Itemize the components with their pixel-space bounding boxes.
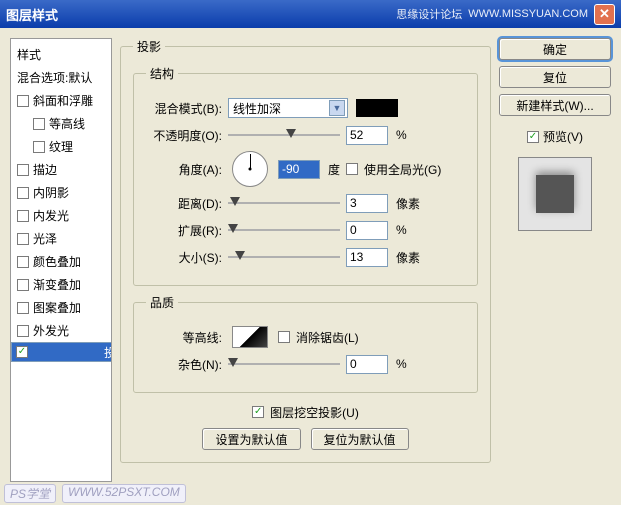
knockout-label: 图层挖空投影(U) (270, 404, 359, 421)
quality-legend: 品质 (146, 294, 178, 311)
size-label: 大小(S): (146, 249, 222, 266)
preview-thumbnail (518, 157, 592, 231)
angle-dial[interactable] (232, 151, 268, 187)
main-panel: 投影 结构 混合模式(B): 线性加深 ▼ 不透明度(O): 52 % (120, 38, 491, 482)
sidebar-item-8[interactable]: 渐变叠加 (11, 273, 111, 296)
sidebar-item-11[interactable]: ✓ 投影 (11, 342, 112, 362)
new-style-button[interactable]: 新建样式(W)... (499, 94, 611, 116)
sidebar-item-label: 描边 (33, 161, 57, 178)
px-unit: 像素 (396, 195, 420, 212)
sidebar-item-label: 图案叠加 (33, 299, 81, 316)
sidebar-item-label: 斜面和浮雕 (33, 92, 93, 109)
spread-slider[interactable] (228, 222, 340, 238)
sidebar-checkbox[interactable] (17, 233, 29, 245)
percent-unit: % (396, 128, 407, 142)
size-slider[interactable] (228, 249, 340, 265)
preview-checkbox[interactable]: ✓ (527, 131, 539, 143)
antialias-label: 消除锯齿(L) (296, 329, 359, 346)
noise-input[interactable]: 0 (346, 355, 388, 374)
blend-mode-label: 混合模式(B): (146, 100, 222, 117)
sidebar-item-label: 颜色叠加 (33, 253, 81, 270)
styles-sidebar: 样式 混合选项:默认 斜面和浮雕等高线纹理描边内阴影内发光光泽颜色叠加渐变叠加图… (10, 38, 112, 482)
distance-label: 距离(D): (146, 195, 222, 212)
antialias-checkbox[interactable] (278, 331, 290, 343)
sidebar-item-label: 内发光 (33, 207, 69, 224)
global-light-checkbox[interactable] (346, 163, 358, 175)
sidebar-checkbox[interactable] (33, 141, 45, 153)
close-button[interactable]: ✕ (594, 4, 615, 25)
angle-input[interactable]: -90 (278, 160, 320, 179)
sidebar-item-label: 渐变叠加 (33, 276, 81, 293)
preview-label: 预览(V) (543, 128, 583, 145)
footer-watermark: PS学堂 WWW.52PSXT.COM (4, 484, 186, 503)
drop-shadow-fieldset: 投影 结构 混合模式(B): 线性加深 ▼ 不透明度(O): 52 % (120, 38, 491, 463)
sidebar-item-label: 外发光 (33, 322, 69, 339)
ok-button[interactable]: 确定 (499, 38, 611, 60)
distance-input[interactable]: 3 (346, 194, 388, 213)
contour-label: 等高线: (146, 329, 222, 346)
sidebar-checkbox[interactable] (17, 256, 29, 268)
sidebar-item-3[interactable]: 描边 (11, 158, 111, 181)
make-default-button[interactable]: 设置为默认值 (202, 428, 300, 450)
opacity-label: 不透明度(O): (146, 127, 222, 144)
panel-title: 投影 (133, 38, 165, 55)
window-title: 图层样式 (6, 5, 58, 24)
sidebar-checkbox[interactable]: ✓ (16, 346, 28, 358)
opacity-slider[interactable] (228, 127, 340, 143)
spread-input[interactable]: 0 (346, 221, 388, 240)
sidebar-item-9[interactable]: 图案叠加 (11, 296, 111, 319)
degree-unit: 度 (328, 161, 340, 178)
sidebar-header: 样式 (11, 43, 111, 66)
sidebar-item-label: 等高线 (49, 115, 85, 132)
sidebar-item-label: 投影 (104, 344, 112, 361)
sidebar-checkbox[interactable] (17, 95, 29, 107)
angle-label: 角度(A): (146, 161, 222, 178)
sidebar-item-5[interactable]: 内发光 (11, 204, 111, 227)
cancel-button[interactable]: 复位 (499, 66, 611, 88)
watermark-text: 思缘设计论坛 (396, 6, 462, 22)
sidebar-item-label: 纹理 (49, 138, 73, 155)
sidebar-item-label: 光泽 (33, 230, 57, 247)
sidebar-blend-options[interactable]: 混合选项:默认 (11, 66, 111, 89)
sidebar-item-0[interactable]: 斜面和浮雕 (11, 89, 111, 112)
distance-slider[interactable] (228, 195, 340, 211)
sidebar-checkbox[interactable] (17, 210, 29, 222)
sidebar-item-6[interactable]: 光泽 (11, 227, 111, 250)
chevron-down-icon: ▼ (329, 100, 345, 116)
reset-default-button[interactable]: 复位为默认值 (311, 428, 409, 450)
sidebar-item-2[interactable]: 纹理 (11, 135, 111, 158)
sidebar-checkbox[interactable] (17, 164, 29, 176)
sidebar-item-label: 内阴影 (33, 184, 69, 201)
sidebar-checkbox[interactable] (33, 118, 45, 130)
contour-picker[interactable] (232, 326, 268, 348)
sidebar-checkbox[interactable] (17, 325, 29, 337)
spread-label: 扩展(R): (146, 222, 222, 239)
sidebar-checkbox[interactable] (17, 302, 29, 314)
opacity-input[interactable]: 52 (346, 126, 388, 145)
size-input[interactable]: 13 (346, 248, 388, 267)
titlebar: 图层样式 思缘设计论坛 WWW.MISSYUAN.COM ✕ (0, 0, 621, 28)
noise-slider[interactable] (228, 356, 340, 372)
shadow-color-swatch[interactable] (356, 99, 398, 117)
sidebar-item-10[interactable]: 外发光 (11, 319, 111, 342)
quality-group: 品质 等高线: 消除锯齿(L) 杂色(N): 0 % (133, 294, 478, 393)
noise-label: 杂色(N): (146, 356, 222, 373)
sidebar-item-4[interactable]: 内阴影 (11, 181, 111, 204)
right-column: 确定 复位 新建样式(W)... ✓ 预览(V) (499, 38, 611, 482)
knockout-checkbox[interactable]: ✓ (252, 406, 264, 418)
global-light-label: 使用全局光(G) (364, 161, 441, 178)
sidebar-checkbox[interactable] (17, 279, 29, 291)
watermark-url: WWW.MISSYUAN.COM (468, 8, 588, 20)
structure-group: 结构 混合模式(B): 线性加深 ▼ 不透明度(O): 52 % 角 (133, 65, 478, 286)
structure-legend: 结构 (146, 65, 178, 82)
sidebar-checkbox[interactable] (17, 187, 29, 199)
sidebar-item-1[interactable]: 等高线 (11, 112, 111, 135)
sidebar-item-7[interactable]: 颜色叠加 (11, 250, 111, 273)
blend-mode-select[interactable]: 线性加深 ▼ (228, 98, 348, 118)
